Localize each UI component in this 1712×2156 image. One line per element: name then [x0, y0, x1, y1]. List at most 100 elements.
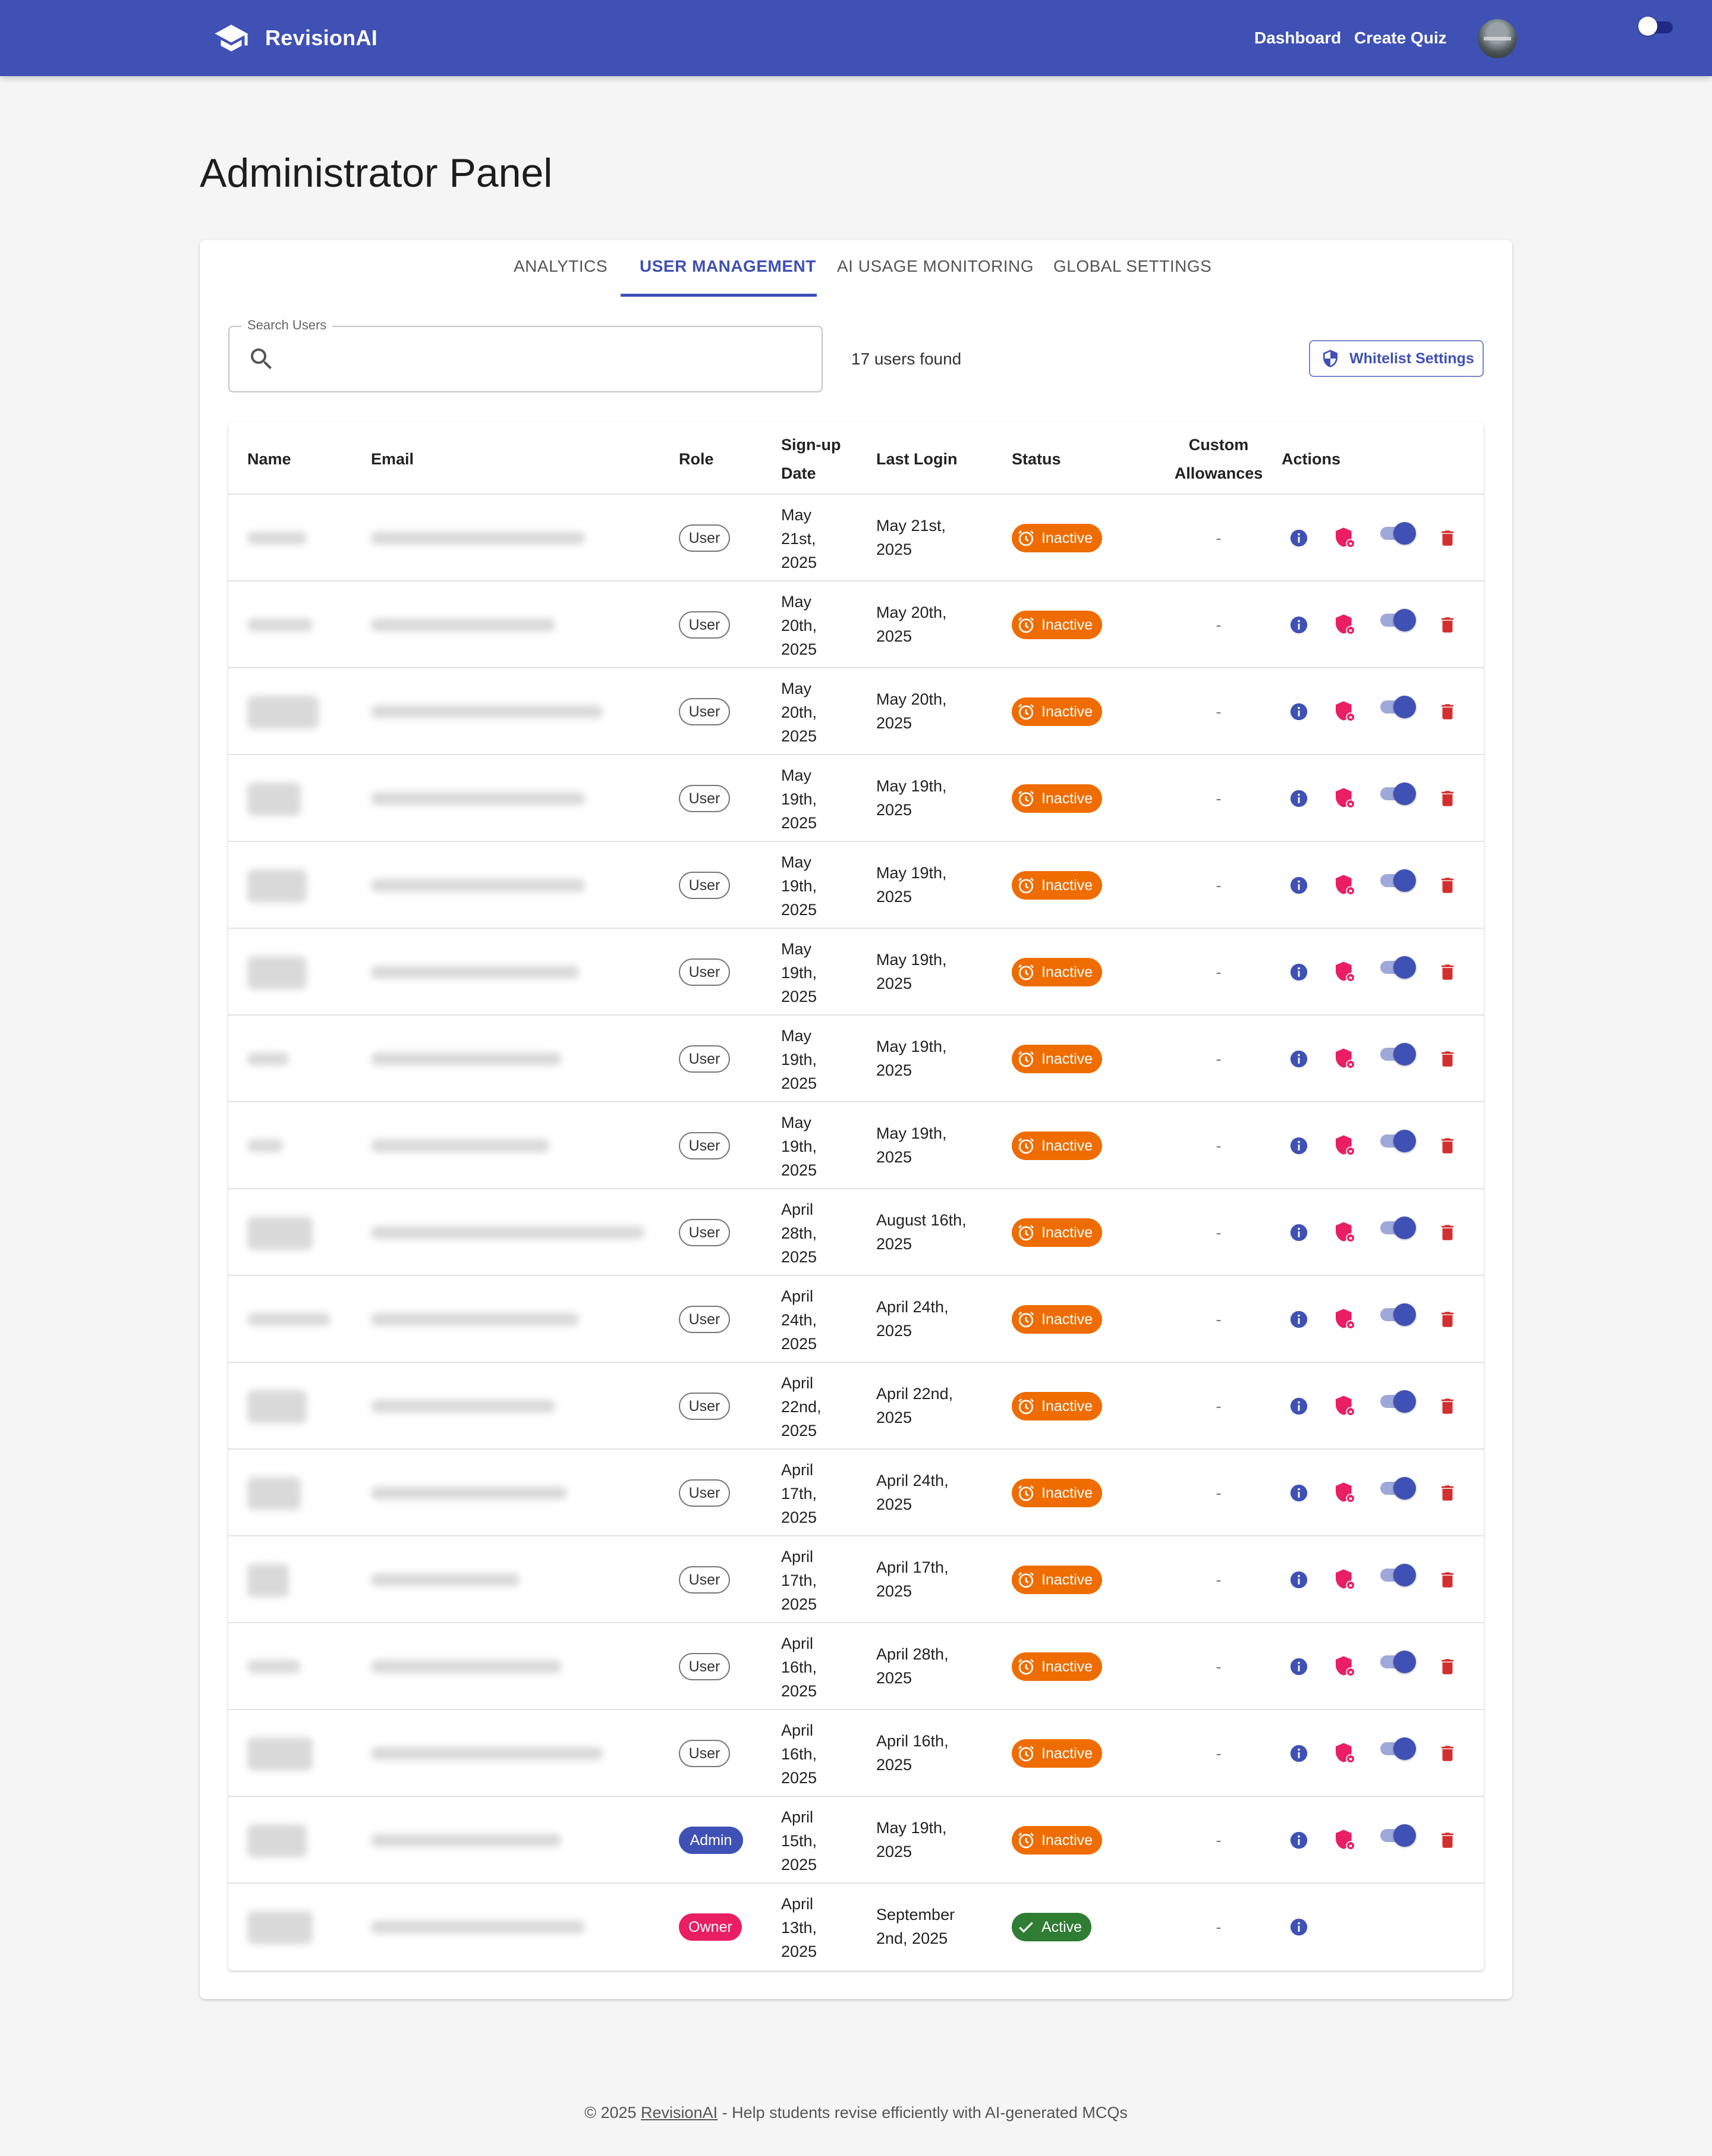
- user-enabled-toggle[interactable]: [1378, 1215, 1416, 1239]
- shield-lock-icon[interactable]: [1333, 960, 1357, 983]
- theme-toggle-switch[interactable]: [1638, 15, 1678, 36]
- delete-icon[interactable]: [1437, 528, 1458, 548]
- user-email-redacted: [371, 1400, 555, 1413]
- info-icon[interactable]: [1289, 875, 1309, 895]
- delete-icon[interactable]: [1437, 1049, 1458, 1069]
- tab-global-settings[interactable]: GLOBAL SETTINGS: [1053, 257, 1211, 281]
- column-header-role[interactable]: Role: [679, 445, 714, 473]
- delete-icon[interactable]: [1437, 1743, 1458, 1764]
- user-enabled-toggle[interactable]: [1378, 1302, 1416, 1326]
- user-enabled-toggle[interactable]: [1378, 1563, 1416, 1586]
- delete-icon[interactable]: [1437, 1483, 1458, 1503]
- role-chip: User: [679, 524, 730, 552]
- info-icon[interactable]: [1289, 1917, 1309, 1937]
- shield-lock-icon[interactable]: [1333, 1046, 1357, 1070]
- info-icon[interactable]: [1289, 1830, 1309, 1850]
- shield-lock-icon[interactable]: [1333, 1567, 1357, 1591]
- shield-lock-icon[interactable]: [1333, 1394, 1357, 1418]
- info-icon[interactable]: [1289, 1483, 1309, 1503]
- shield-lock-icon[interactable]: [1333, 699, 1357, 723]
- shield-lock-icon[interactable]: [1333, 1133, 1357, 1157]
- column-header-status[interactable]: Status: [1012, 445, 1061, 473]
- info-icon[interactable]: [1289, 1396, 1309, 1416]
- column-header-custom-allowances[interactable]: Custom Allowances: [1150, 430, 1288, 488]
- user-enabled-toggle[interactable]: [1378, 781, 1416, 805]
- column-header-last-login[interactable]: Last Login: [876, 445, 958, 473]
- shield-lock-icon[interactable]: [1333, 1828, 1357, 1852]
- user-enabled-toggle[interactable]: [1378, 1476, 1416, 1500]
- user-enabled-toggle[interactable]: [1378, 868, 1416, 892]
- nav-dashboard-link[interactable]: Dashboard: [1254, 26, 1341, 50]
- column-header-name[interactable]: Name: [247, 445, 291, 473]
- delete-icon[interactable]: [1437, 1222, 1458, 1243]
- tab-ai-usage-monitoring[interactable]: AI USAGE MONITORING: [837, 257, 1034, 281]
- user-enabled-toggle[interactable]: [1378, 608, 1416, 631]
- signup-date-line: 17th,: [781, 1485, 817, 1503]
- custom-allowance-value: -: [1216, 1658, 1222, 1676]
- user-enabled-toggle[interactable]: [1378, 1736, 1416, 1760]
- delete-icon[interactable]: [1437, 788, 1458, 809]
- delete-icon[interactable]: [1437, 1570, 1458, 1590]
- shield-lock-icon[interactable]: [1333, 873, 1357, 897]
- shield-lock-icon[interactable]: [1333, 1741, 1357, 1765]
- brand[interactable]: RevisionAI: [212, 18, 377, 58]
- info-icon[interactable]: [1289, 1657, 1309, 1677]
- tab-analytics[interactable]: ANALYTICS: [514, 257, 608, 281]
- column-header-email[interactable]: Email: [371, 445, 414, 473]
- shield-lock-icon[interactable]: [1333, 612, 1357, 636]
- nav-create-quiz-link[interactable]: Create Quiz: [1354, 26, 1447, 50]
- info-icon[interactable]: [1289, 1309, 1309, 1330]
- info-icon[interactable]: [1289, 788, 1309, 809]
- shield-lock-icon[interactable]: [1333, 786, 1357, 810]
- table-row: User May 20th, 2025 May 20th, 2025 Inactive -: [228, 668, 1484, 755]
- info-icon[interactable]: [1289, 615, 1309, 635]
- shield-lock-icon[interactable]: [1333, 1220, 1357, 1244]
- shield-lock-icon[interactable]: [1333, 1654, 1357, 1678]
- delete-icon[interactable]: [1437, 1309, 1458, 1330]
- page-footer: © 2025 RevisionAI - Help students revise…: [0, 2104, 1712, 2122]
- shield-lock-icon[interactable]: [1333, 526, 1357, 549]
- tab-user-management[interactable]: USER MANAGEMENT: [640, 257, 816, 281]
- signup-date-line: 28th,: [781, 1224, 817, 1242]
- user-enabled-toggle[interactable]: [1378, 1823, 1416, 1847]
- status-label: Inactive: [1041, 1571, 1093, 1588]
- role-chip: Owner: [679, 1913, 742, 1941]
- info-icon[interactable]: [1289, 702, 1309, 722]
- user-email-redacted: [371, 618, 555, 631]
- delete-icon[interactable]: [1437, 1657, 1458, 1677]
- delete-icon[interactable]: [1437, 1830, 1458, 1850]
- user-enabled-toggle[interactable]: [1378, 1129, 1416, 1152]
- user-enabled-toggle[interactable]: [1378, 1389, 1416, 1413]
- signup-date-line: April: [781, 1721, 814, 1739]
- user-enabled-toggle[interactable]: [1378, 955, 1416, 979]
- table-row: User April 16th, 2025 April 28th, 2025 Inactiv…: [228, 1623, 1484, 1710]
- search-users-input[interactable]: [285, 341, 808, 377]
- user-enabled-toggle[interactable]: [1378, 694, 1416, 718]
- delete-icon[interactable]: [1437, 875, 1458, 895]
- delete-icon[interactable]: [1437, 702, 1458, 722]
- info-icon[interactable]: [1289, 962, 1309, 982]
- user-name-redacted: [247, 1139, 283, 1152]
- info-icon[interactable]: [1289, 528, 1309, 548]
- user-enabled-toggle[interactable]: [1378, 1649, 1416, 1673]
- column-header-signup[interactable]: Sign-up Date: [781, 430, 841, 488]
- user-avatar[interactable]: [1478, 19, 1517, 58]
- user-enabled-toggle[interactable]: [1378, 1042, 1416, 1066]
- delete-icon[interactable]: [1437, 615, 1458, 635]
- whitelist-settings-button[interactable]: Whitelist Settings: [1309, 340, 1484, 377]
- delete-icon[interactable]: [1437, 1396, 1458, 1416]
- delete-icon[interactable]: [1437, 1136, 1458, 1156]
- toggle-thumb: [1393, 869, 1416, 892]
- info-icon[interactable]: [1289, 1743, 1309, 1764]
- search-users-field[interactable]: Search Users: [228, 318, 823, 392]
- user-enabled-toggle[interactable]: [1378, 521, 1416, 545]
- info-icon[interactable]: [1289, 1570, 1309, 1590]
- status-label: Inactive: [1041, 790, 1093, 807]
- shield-lock-icon[interactable]: [1333, 1307, 1357, 1331]
- shield-lock-icon[interactable]: [1333, 1481, 1357, 1504]
- footer-brand-link[interactable]: RevisionAI: [641, 2104, 717, 2122]
- info-icon[interactable]: [1289, 1222, 1309, 1243]
- info-icon[interactable]: [1289, 1136, 1309, 1156]
- info-icon[interactable]: [1289, 1049, 1309, 1069]
- delete-icon[interactable]: [1437, 962, 1458, 982]
